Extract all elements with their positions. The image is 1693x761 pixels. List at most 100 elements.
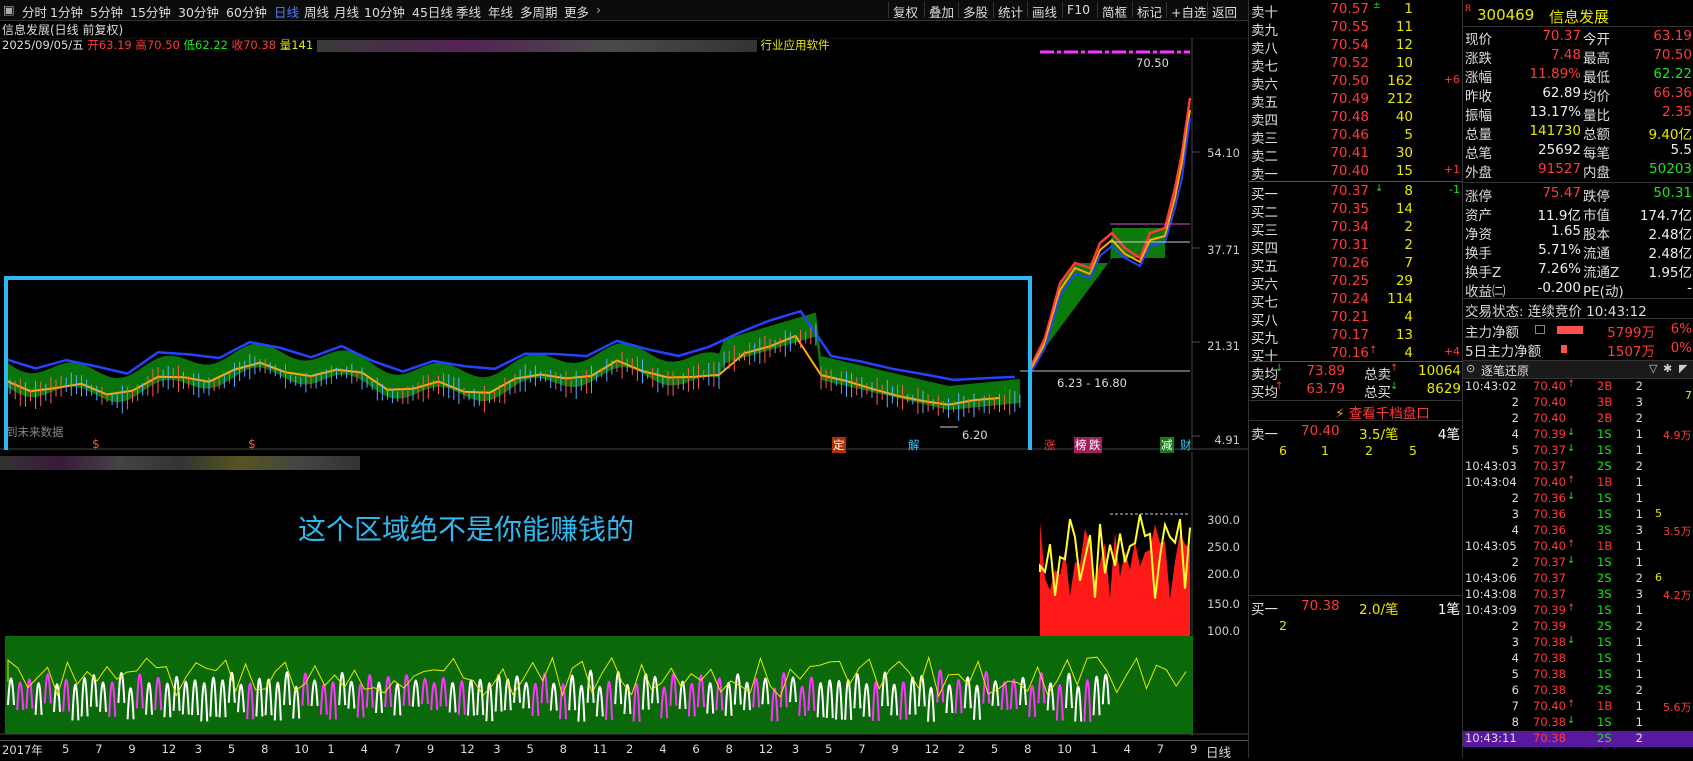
event-tag[interactable]: 减 [1160, 437, 1174, 453]
more-chevron-icon[interactable]: › [596, 2, 601, 17]
quote-stat-row: 现价 70.37 今开 63.19 [1465, 28, 1692, 48]
queue-sell-one: 卖一 70.40 3.5/笔 4笔 [1251, 423, 1460, 443]
sell-average-row: 卖均 ↓ 73.89 总卖 ↑ 10064 [1251, 363, 1461, 383]
high-price-marker: 70.50 [1136, 56, 1169, 70]
tick-group-amount: 4.2万 [1663, 589, 1692, 602]
tab-period[interactable]: 更多 [564, 2, 589, 21]
settings-icon[interactable]: ✱ [1663, 362, 1672, 375]
tab-period[interactable]: 季线 [456, 2, 481, 21]
expand-icon[interactable]: ◤ [1679, 362, 1687, 375]
dividend-icon[interactable]: $ [92, 437, 100, 451]
sell-level-row[interactable]: 卖十 70.57 ±1 [1249, 1, 1463, 21]
tool-button[interactable]: 返回 [1212, 2, 1237, 21]
event-tag[interactable]: 跌 [1088, 437, 1102, 453]
tick-group-amount: 3.5万 [1663, 525, 1692, 538]
buy-level-row[interactable]: 买七 70.24 114 [1249, 291, 1463, 311]
dividend-icon[interactable]: $ [248, 437, 256, 451]
quote-stat-row: 换手Z 7.26% 流通Z 1.95亿 [1465, 261, 1692, 281]
tick-row: 2 70.37 ↓ 1S 1 [1511, 555, 1643, 569]
quote-stat-row: 收益㈡ -0.200 PE(动) - [1465, 280, 1692, 300]
tab-period[interactable]: 周线 [304, 2, 329, 21]
tick-row: 10:43:03 70.37 2S 2 [1465, 459, 1643, 473]
axis-year-label: 2017年 [2, 743, 43, 757]
tool-button[interactable]: F10 [1067, 2, 1090, 17]
collapse-icon[interactable]: ⊙ [1466, 362, 1475, 375]
axis-tick: 3 [194, 742, 203, 756]
indicator-chart[interactable] [0, 452, 1248, 736]
sell-level-row[interactable]: 卖五 70.49 212 [1249, 91, 1463, 111]
price-axis-label: 54.10 [1207, 146, 1240, 160]
buy-level-row[interactable]: 买六 70.25 29 [1249, 273, 1463, 293]
tick-row: 10:43:11 70.38 2S 2 [1463, 731, 1693, 747]
queue-sell-nums: 6 1 2 5 [1279, 443, 1417, 458]
sell-level-row[interactable]: 卖一 70.40 15 +1 [1249, 163, 1463, 183]
quote-stat-row: 昨收 62.89 均价 66.36 [1465, 85, 1692, 105]
ticks-header[interactable]: ⊙ 逐笔还原 ▽ ✱ ◤ [1463, 360, 1693, 379]
tool-button[interactable]: 简框 [1102, 2, 1127, 21]
buy-level-row[interactable]: 买一 70.37 ↓ 8 -1 [1249, 183, 1463, 203]
axis-tick: 12 [924, 742, 940, 756]
sell-level-row[interactable]: 卖九 70.55 11 [1249, 19, 1463, 39]
tool-button[interactable]: 统计 [998, 2, 1023, 21]
sell-level-row[interactable]: 卖六 70.50 162 +6 [1249, 73, 1463, 93]
tab-period[interactable]: 10分钟 [364, 2, 405, 21]
tab-period[interactable]: 分时 [22, 2, 47, 21]
event-tag[interactable]: 定 [832, 437, 846, 453]
sell-level-row[interactable]: 卖八 70.54 12 [1249, 37, 1463, 57]
order-book: 卖十 70.57 ±1 卖九 70.55 11 卖八 70.54 12 卖七 70.52 10 卖六 70… [1248, 0, 1463, 758]
tick-group-count: 7 [1685, 389, 1692, 402]
sell-level-row[interactable]: 卖四 70.48 40 [1249, 109, 1463, 129]
tab-period[interactable]: 30分钟 [178, 2, 219, 21]
quote-stat-row: 涨跌 7.48 最高 70.50 [1465, 47, 1692, 67]
quote-panel: R 300469 信息发展 现价 70.37 今开 63.19 涨跌 7.48 最高 70.5… [1462, 0, 1693, 758]
event-tag[interactable]: 财 [1180, 437, 1192, 453]
tab-period[interactable]: 15分钟 [130, 2, 171, 21]
tick-row: 4 70.36 3S 3 [1511, 523, 1643, 537]
tab-period[interactable]: 1分钟 [50, 2, 83, 21]
axis-tick: 9 [128, 742, 136, 756]
tool-button[interactable]: +自选 [1171, 2, 1206, 21]
axis-tick: 12 [161, 742, 177, 756]
sell-level-row[interactable]: 卖二 70.41 30 [1249, 145, 1463, 165]
buy-level-row[interactable]: 买三 70.34 2 [1249, 219, 1463, 239]
buy-level-row[interactable]: 买八 70.21 4 [1249, 309, 1463, 329]
axis-tick: 11 [592, 742, 608, 756]
quote-stat-row: 涨停 75.47 跌停 50.31 [1465, 185, 1692, 205]
tab-period[interactable]: 45日线 [412, 2, 453, 21]
tool-button[interactable]: 画线 [1032, 2, 1057, 21]
period-toolbar: ▣ 分时 1分钟 5分钟 15分钟 30分钟 60分钟 日线 周线 月线 10分钟 45日线 季线 年线… [0, 0, 1248, 21]
queue-buy-one: 买一 70.38 2.0/笔 1笔 [1251, 598, 1460, 618]
tick-row: 5 70.38 1S 1 [1511, 667, 1643, 681]
sell-level-row[interactable]: 卖七 70.52 10 [1249, 55, 1463, 75]
event-tag[interactable]: 涨 [1044, 437, 1056, 453]
buy-level-row[interactable]: 买四 70.31 2 [1249, 237, 1463, 257]
view-depth-link[interactable]: ⚡ 查看千档盘口 [1335, 402, 1430, 422]
sub-axis-label: 300.0 [1207, 513, 1240, 527]
tool-button[interactable]: 标记 [1137, 2, 1162, 21]
axis-tick: 4 [659, 742, 667, 756]
tab-period[interactable]: 月线 [334, 2, 359, 21]
event-tag[interactable]: 解 [908, 437, 920, 453]
tab-period[interactable]: 多周期 [520, 2, 558, 21]
axis-tick: 4 [1123, 742, 1131, 756]
quote-stat-row: 外盘 91527 内盘 50203 [1465, 161, 1692, 181]
axis-tick: 4 [360, 742, 368, 756]
tool-button[interactable]: 复权 [893, 2, 918, 21]
filter-icon[interactable]: ▽ [1649, 362, 1657, 375]
axis-tick: 7 [393, 742, 402, 756]
buy-level-row[interactable]: 买二 70.35 14 [1249, 201, 1463, 221]
tab-period[interactable]: 年线 [488, 2, 513, 21]
queue-buy-nums: 2 [1279, 618, 1287, 633]
tab-period[interactable]: 日线 [274, 2, 299, 21]
tab-period[interactable]: 60分钟 [226, 2, 267, 21]
buy-level-row[interactable]: 买九 70.17 13 [1249, 327, 1463, 347]
tool-button[interactable]: 叠加 [929, 2, 954, 21]
tab-period[interactable]: 5分钟 [90, 2, 123, 21]
buy-level-row[interactable]: 买五 70.26 7 [1249, 255, 1463, 275]
tool-button[interactable]: 多股 [963, 2, 988, 21]
event-tag[interactable]: 榜 [1074, 437, 1088, 453]
time-axis: 2017年 5 7 9 12 3 5 8 10 1 4 7 9 12 3 5 8 11 2 4 6 8 12 3 5 7 9 12 2… [0, 740, 1248, 760]
quote-stat-row: 换手 5.71% 流通 2.48亿 [1465, 242, 1692, 262]
panel-toggle-icon[interactable]: ▣ [3, 2, 15, 17]
sell-level-row[interactable]: 卖三 70.46 5 [1249, 127, 1463, 147]
